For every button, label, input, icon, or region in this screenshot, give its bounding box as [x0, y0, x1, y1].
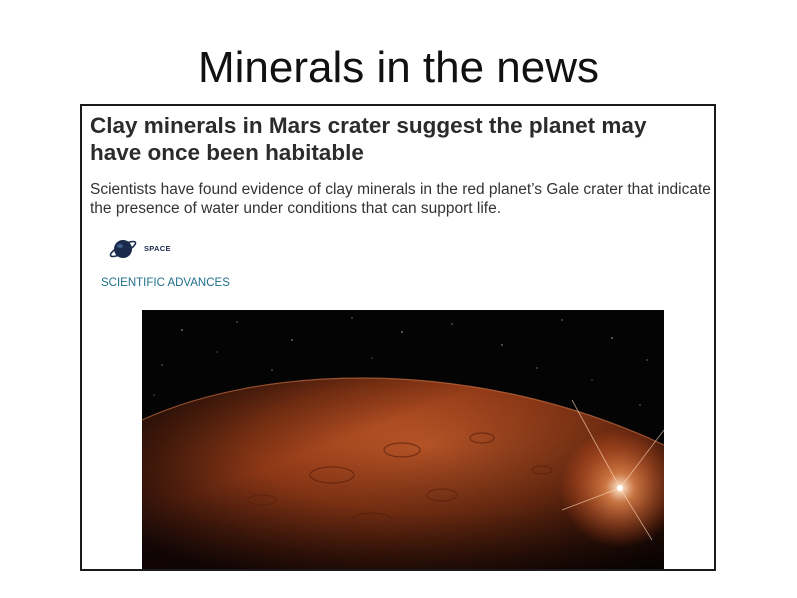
news-article-screenshot: Clay minerals in Mars crater suggest the…: [80, 104, 716, 571]
article-headline[interactable]: Clay minerals in Mars crater suggest the…: [90, 112, 700, 166]
space-logo-label[interactable]: SPACE: [144, 244, 171, 253]
slide-title: Minerals in the news: [197, 43, 600, 92]
section-link[interactable]: SCIENTIFIC ADVANCES: [101, 277, 230, 289]
mars-planet-image: [142, 310, 664, 569]
article-standfirst: Scientists have found evidence of clay m…: [90, 181, 711, 217]
